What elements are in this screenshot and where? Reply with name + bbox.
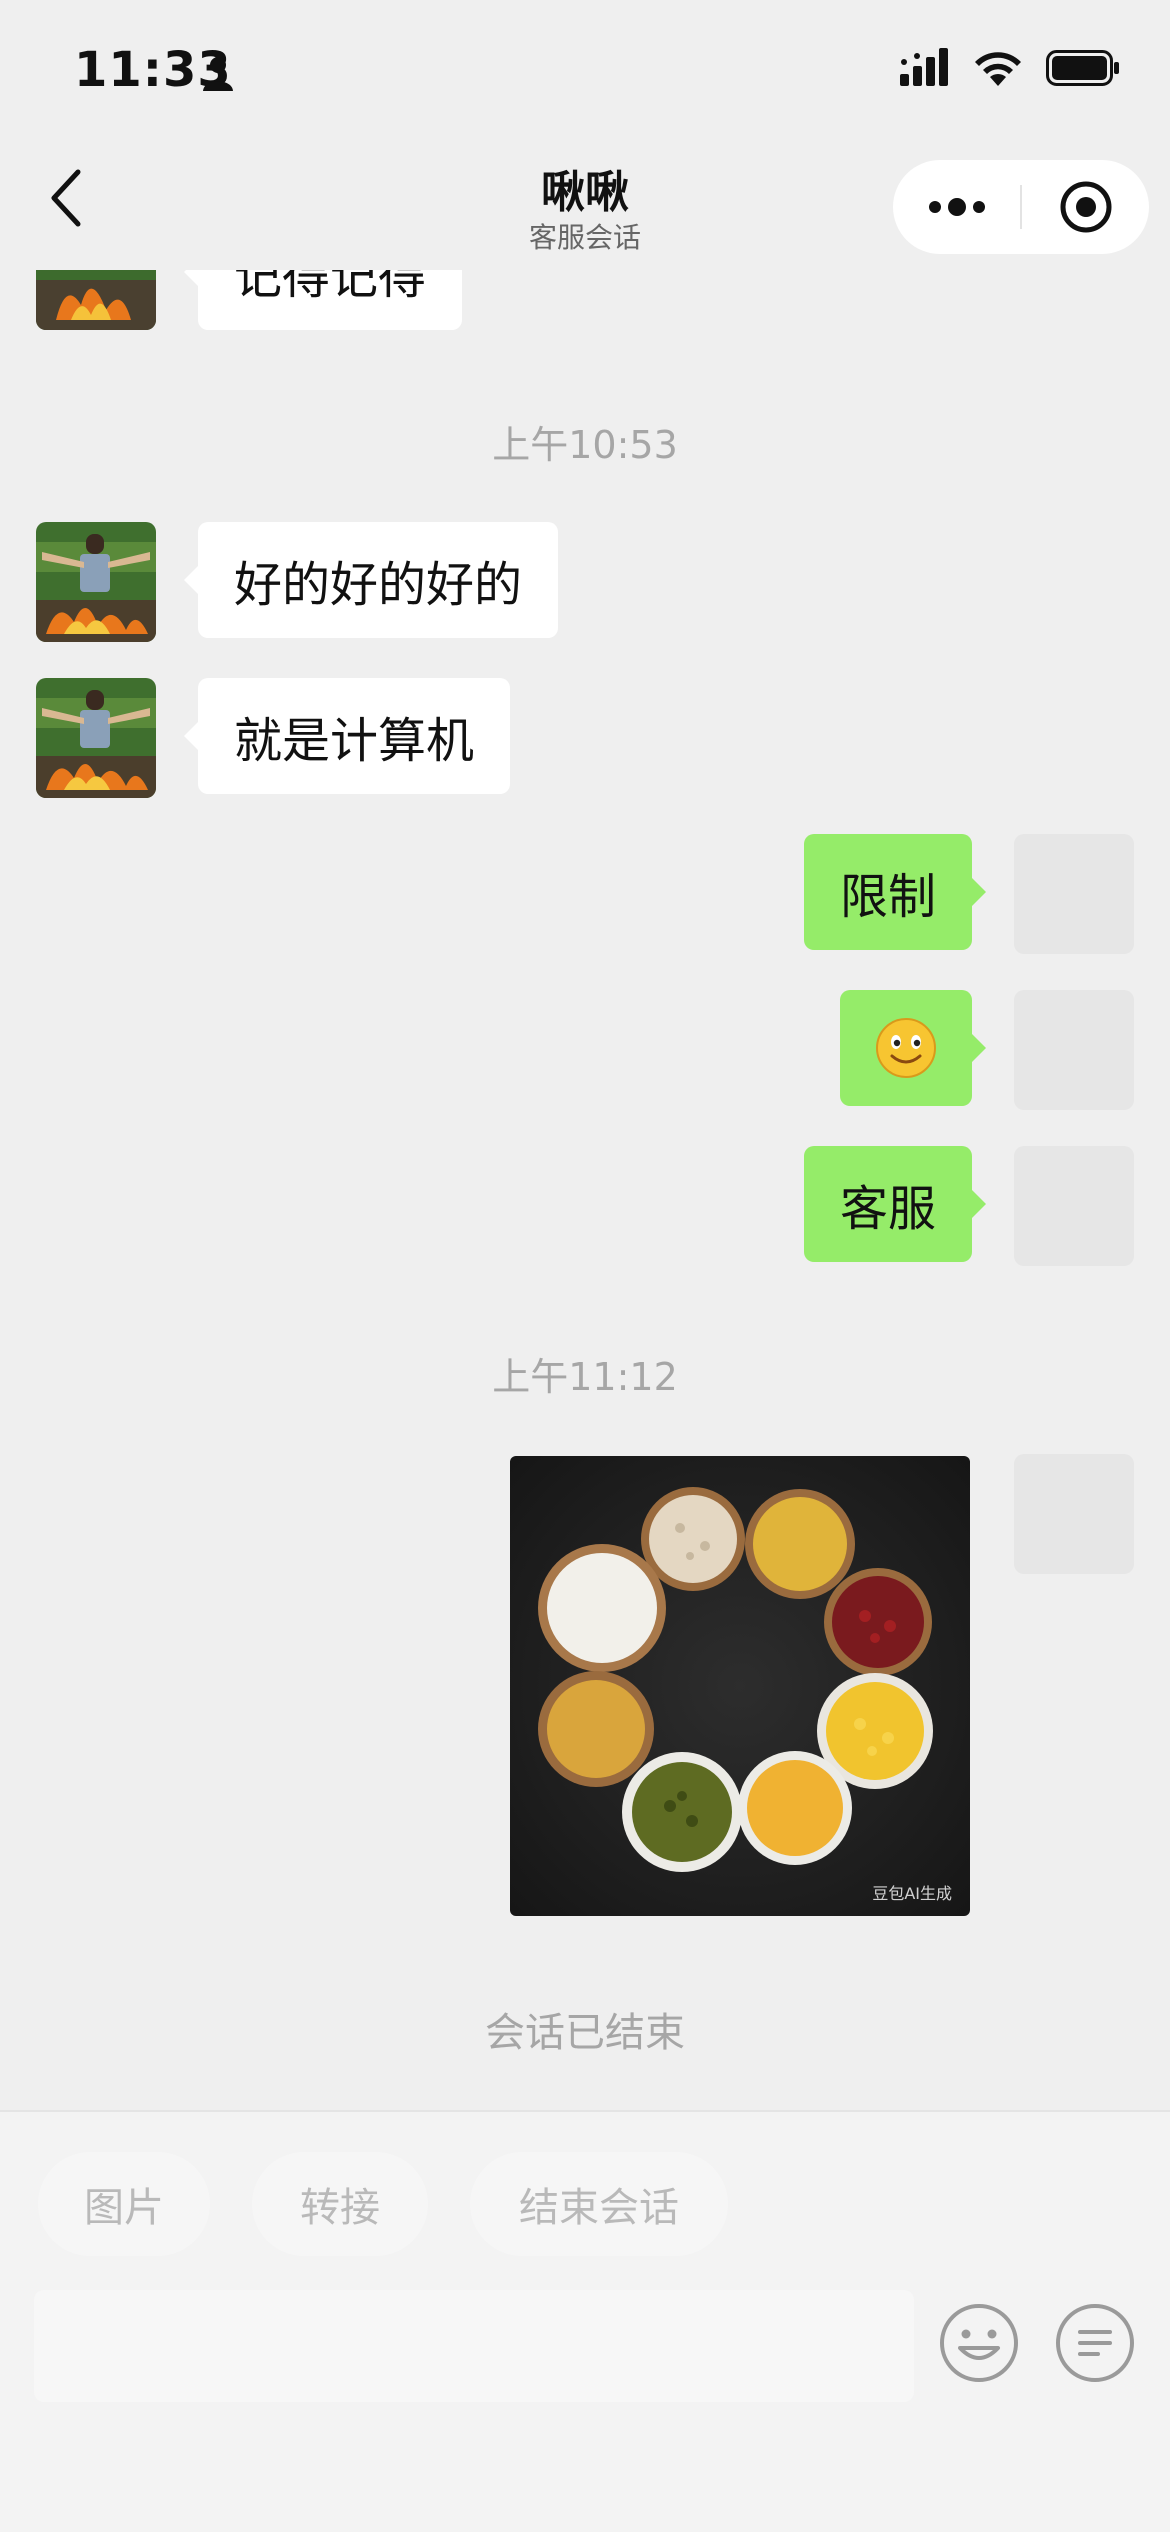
message-bubble-incoming[interactable]: 好的好的好的 [183,522,559,638]
my-avatar[interactable] [1014,990,1134,1110]
target-close-icon [1060,181,1111,233]
grain-bowls-image [510,1456,970,1916]
avatar[interactable] [36,270,156,330]
my-avatar[interactable] [1014,834,1134,954]
message-bubble-outgoing[interactable]: 限制 [803,834,987,950]
message-bubble-outgoing[interactable] [840,990,986,1106]
more-dots-icon [928,198,985,216]
message-bubble-incoming[interactable]: 记得记得 [183,270,463,330]
message-input[interactable] [34,2290,914,2402]
image-message[interactable]: 豆包AI生成 [510,1456,970,1916]
message-bubble-incoming[interactable]: 就是计算机 [183,678,511,794]
avatar-image [36,522,156,642]
quick-action-image[interactable]: 图片 [38,2152,210,2256]
avatar[interactable] [36,522,156,642]
status-bar: 11:33 [0,0,1170,140]
avatar-image [36,270,156,330]
cellular-signal-icon [900,48,948,86]
status-icons [900,48,1120,88]
menu-lines-icon[interactable] [1054,2302,1136,2384]
quick-action-end-session[interactable]: 结束会话 [470,2152,728,2256]
image-watermark: 豆包AI生成 [872,1884,952,1903]
close-button[interactable] [1022,160,1149,254]
battery-icon [1046,50,1119,86]
partial-message-clip: 记得记得 [0,270,1170,330]
message-bubble-outgoing[interactable]: 客服 [803,1146,987,1262]
session-ended-note: 会话已结束 [485,2010,685,2056]
my-avatar[interactable] [1014,1454,1134,1574]
timestamp: 上午10:53 [492,423,678,467]
timestamp: 上午11:12 [492,1355,678,1399]
smile-emoji-icon [876,1018,936,1078]
person-icon [203,57,233,91]
mini-program-capsule [893,160,1149,254]
avatar-image [36,678,156,798]
avatar[interactable] [36,678,156,798]
more-button[interactable] [893,160,1020,254]
quick-action-transfer[interactable]: 转接 [252,2152,428,2256]
wifi-icon [975,52,1021,86]
my-avatar[interactable] [1014,1146,1134,1266]
emoji-icon[interactable] [938,2302,1020,2384]
